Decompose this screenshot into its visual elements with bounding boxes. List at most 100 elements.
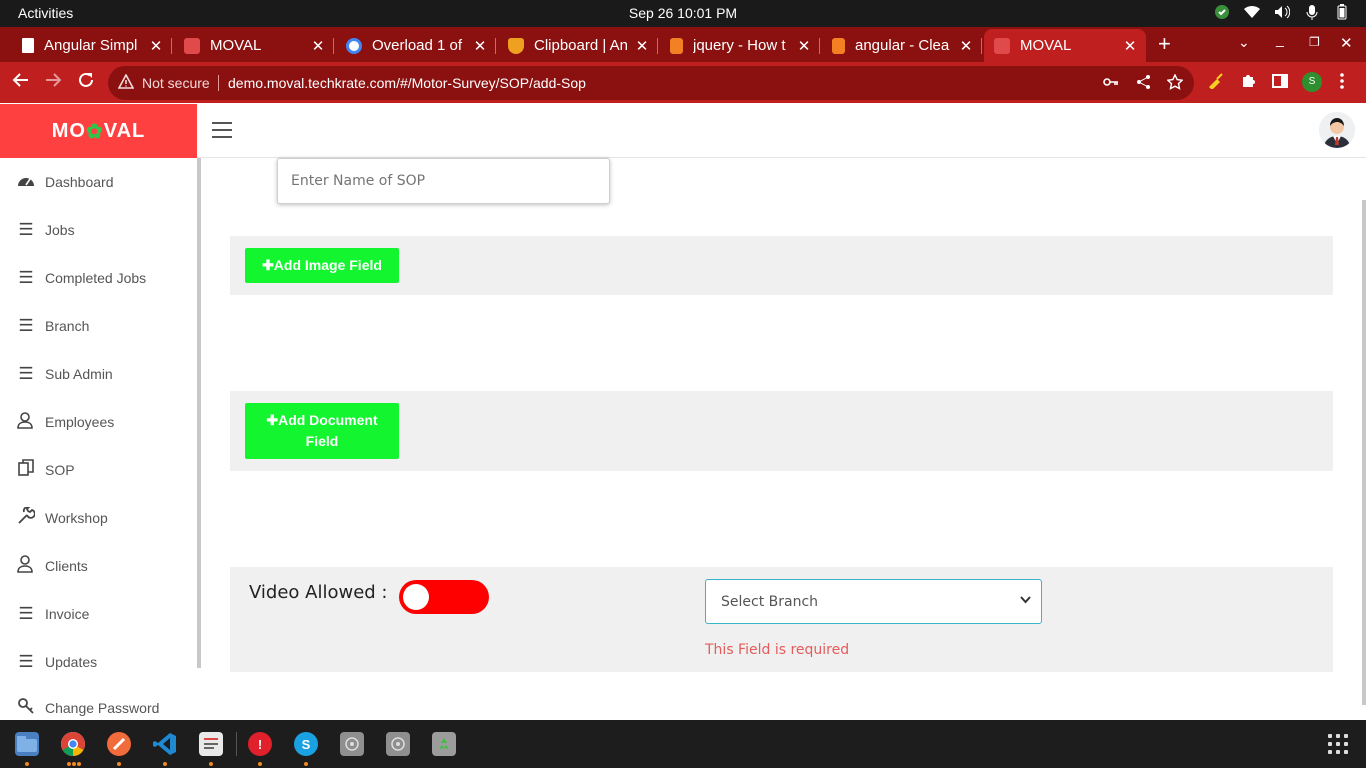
tab-title: MOVAL (210, 37, 262, 54)
browser-menu-icon[interactable] (1340, 73, 1344, 94)
hamburger-menu-icon[interactable] (212, 122, 232, 138)
sidebar-item-label: Change Password (45, 700, 160, 716)
chrome-icon[interactable] (61, 732, 85, 756)
side-panel-icon[interactable] (1272, 73, 1288, 94)
postman-icon[interactable] (107, 732, 131, 756)
plus-icon: ✚ (262, 257, 274, 273)
sidebar-item-label: Clients (45, 558, 88, 574)
sidebar-item-updates[interactable]: ☰ Updates (16, 650, 97, 674)
url-text[interactable]: demo.moval.techkrate.com/#/Motor-Survey/… (228, 75, 586, 91)
text-editor-icon[interactable] (199, 732, 223, 756)
sidebar-item-invoice[interactable]: ☰ Invoice (16, 602, 89, 626)
system-top-bar: Activities Sep 26 10:01 PM (0, 0, 1366, 27)
browser-tab-active[interactable]: MOVAL ✕ (984, 29, 1146, 62)
close-icon[interactable]: ✕ (1122, 37, 1138, 55)
alert-app-icon[interactable]: ! (248, 732, 272, 756)
sop-name-input[interactable] (277, 158, 610, 204)
warning-triangle-icon[interactable] (117, 73, 135, 93)
sidebar-item-clients[interactable]: Clients (16, 554, 88, 578)
sidebar-item-jobs[interactable]: ☰ Jobs (16, 218, 75, 242)
google-favicon-icon (346, 37, 362, 54)
not-secure-label[interactable]: Not secure (142, 75, 210, 91)
bookmark-star-icon[interactable] (1166, 73, 1184, 94)
list-icon: ☰ (18, 652, 34, 671)
page-scrollbar[interactable] (1362, 200, 1366, 705)
battery-icon[interactable] (1334, 4, 1350, 20)
app-header (197, 104, 1366, 158)
tab-search-chevron-icon[interactable]: ⌄ (1238, 34, 1250, 51)
running-indicator (117, 762, 121, 766)
close-icon[interactable]: ✕ (472, 37, 488, 55)
sidebar-item-sop[interactable]: SOP (16, 458, 75, 482)
running-indicator (77, 762, 81, 766)
system-clock[interactable]: Sep 26 10:01 PM (0, 5, 1366, 21)
add-image-field-button[interactable]: ✚Add Image Field (245, 248, 399, 283)
video-allowed-toggle[interactable] (399, 580, 489, 614)
taskbar-dock: ! S (0, 720, 1366, 768)
extensions-puzzle-icon[interactable] (1240, 73, 1256, 94)
sidebar-item-branch[interactable]: ☰ Branch (16, 314, 89, 338)
running-indicator (25, 762, 29, 766)
wifi-icon[interactable] (1244, 4, 1260, 20)
restore-window-icon[interactable]: ❐ (1309, 35, 1320, 49)
browser-tab[interactable]: Overload 1 of ✕ (336, 29, 496, 62)
disk-icon[interactable] (340, 732, 364, 756)
close-window-icon[interactable]: ✕ (1340, 34, 1353, 52)
sidebar-item-label: Branch (45, 318, 90, 334)
dock-separator (236, 732, 237, 756)
update-icon[interactable] (1214, 4, 1230, 20)
close-icon[interactable]: ✕ (634, 37, 650, 55)
address-bar[interactable]: Not secure demo.moval.techkrate.com/#/Mo… (108, 66, 1194, 100)
browser-tab[interactable]: Clipboard | An ✕ (498, 29, 658, 62)
volume-icon[interactable] (1274, 4, 1290, 20)
key-icon[interactable] (1103, 74, 1119, 91)
sidebar-item-label: Workshop (45, 510, 108, 526)
system-tray[interactable] (1214, 4, 1350, 20)
back-arrow-icon[interactable] (12, 71, 30, 95)
new-tab-icon[interactable]: + (1158, 31, 1171, 57)
sidebar-item-sub-admin[interactable]: ☰ Sub Admin (16, 362, 112, 386)
sidebar-item-label: Jobs (45, 222, 75, 238)
sidebar-item-employees[interactable]: Employees (16, 410, 114, 434)
sidebar-item-label: SOP (45, 462, 75, 478)
browser-tab[interactable]: MOVAL ✕ (174, 29, 334, 62)
browser-tab[interactable]: Angular Simpl ✕ (12, 29, 172, 62)
shield-favicon-icon (508, 37, 524, 54)
sidebar-item-completed-jobs[interactable]: ☰ Completed Jobs (16, 266, 146, 290)
sidebar-item-workshop[interactable]: Workshop (16, 505, 108, 530)
add-document-field-button[interactable]: ✚Add Document Field (245, 403, 399, 459)
sidebar-item-change-password[interactable]: Change Password (16, 696, 159, 720)
minimize-window-icon[interactable]: _ (1276, 31, 1284, 47)
vscode-icon[interactable] (153, 732, 177, 756)
reload-icon[interactable] (77, 71, 95, 95)
sidebar-item-dashboard[interactable]: Dashboard (16, 170, 114, 194)
show-applications-icon[interactable] (1328, 734, 1348, 754)
close-icon[interactable]: ✕ (148, 37, 164, 55)
add-document-label: Add Document Field (278, 412, 378, 449)
list-icon: ☰ (18, 268, 34, 287)
video-allowed-label: Video Allowed : (249, 582, 388, 603)
logo-text-left: MO (51, 119, 86, 142)
trash-icon[interactable] (432, 732, 456, 756)
disk-icon[interactable] (386, 732, 410, 756)
share-icon[interactable] (1136, 74, 1152, 94)
tab-title: Clipboard | An (534, 37, 628, 54)
close-icon[interactable]: ✕ (796, 37, 812, 55)
app-logo[interactable]: MO ✿ VAL (0, 104, 197, 158)
logo-mark: ✿ (85, 120, 104, 143)
close-icon[interactable]: ✕ (310, 37, 326, 55)
users-icon (16, 411, 36, 434)
branch-select-value: Select Branch (721, 593, 819, 610)
close-icon[interactable]: ✕ (958, 37, 974, 55)
profile-avatar[interactable]: S (1302, 72, 1322, 92)
files-icon[interactable] (15, 732, 39, 756)
extension-broom-icon[interactable] (1207, 73, 1225, 94)
branch-select[interactable]: Select Branch (705, 579, 1042, 624)
forward-arrow-icon[interactable] (44, 71, 62, 95)
microphone-icon[interactable] (1304, 4, 1320, 20)
user-avatar[interactable] (1319, 112, 1355, 148)
skype-icon[interactable]: S (294, 732, 318, 756)
browser-tab[interactable]: angular - Clea ✕ (822, 29, 982, 62)
browser-tab[interactable]: jquery - How t ✕ (660, 29, 820, 62)
tab-title: Overload 1 of (372, 37, 463, 54)
